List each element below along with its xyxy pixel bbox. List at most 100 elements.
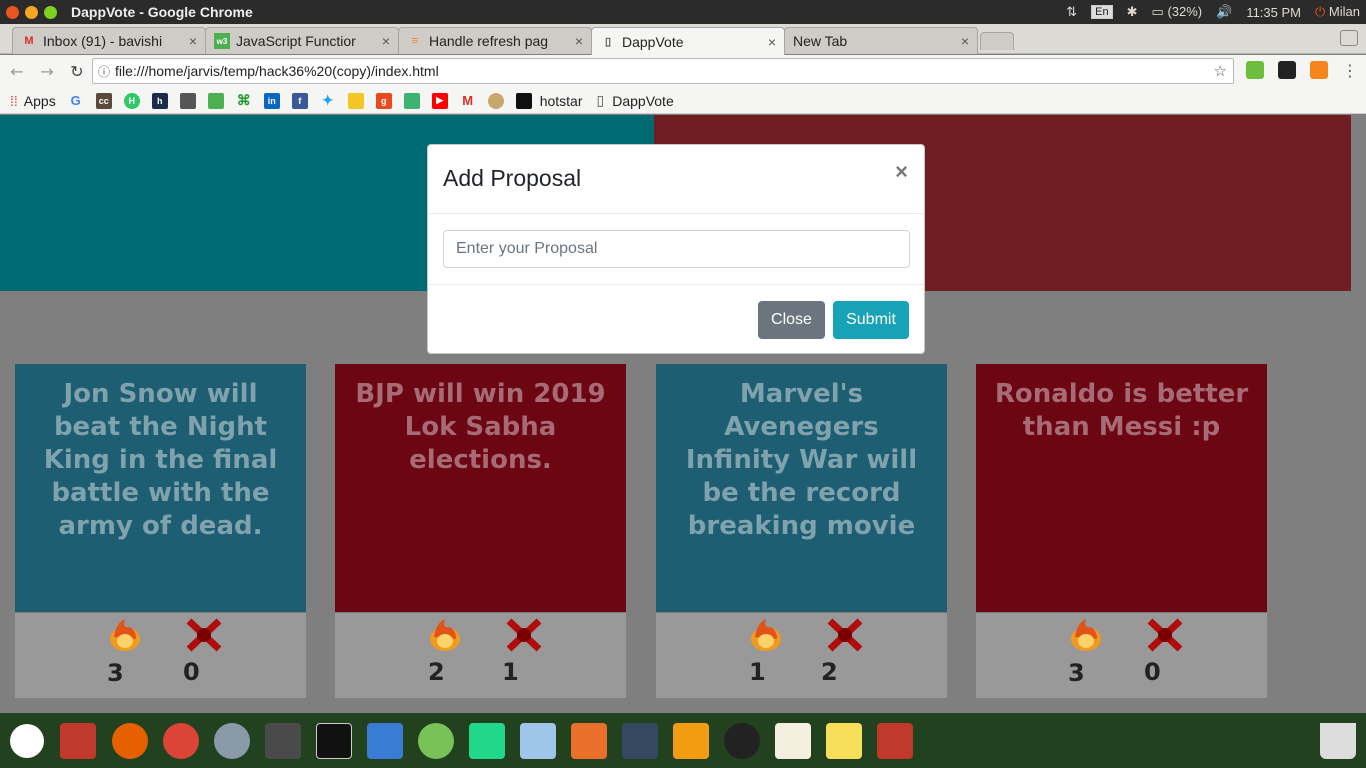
hackerearth-icon[interactable]: h bbox=[151, 92, 168, 109]
geeksforgeeks-icon[interactable]: g bbox=[375, 92, 392, 109]
notes-icon[interactable] bbox=[826, 723, 862, 759]
workspace-icon[interactable] bbox=[367, 723, 403, 759]
submit-button[interactable]: Submit bbox=[833, 301, 909, 339]
tab-inbox[interactable]: M Inbox (91) - bavishi × bbox=[12, 27, 206, 54]
tab-dappvote[interactable]: ▯ DappVote × bbox=[591, 27, 785, 55]
menu-icon[interactable]: ⋮ bbox=[1342, 61, 1358, 80]
sublime-text-icon[interactable] bbox=[265, 723, 301, 759]
twitter-icon[interactable]: ✦ bbox=[320, 92, 336, 109]
extension-icon[interactable] bbox=[1278, 61, 1296, 79]
reload-icon[interactable]: ↻ bbox=[64, 62, 90, 81]
new-tab-button[interactable] bbox=[980, 32, 1014, 50]
tab-javascript-functions[interactable]: w3 JavaScript Functior × bbox=[205, 27, 399, 54]
modal-close-icon[interactable]: × bbox=[895, 159, 908, 185]
modal-title: Add Proposal bbox=[443, 165, 582, 191]
bookmarks-bar: ⁞⁞ Apps G cc H h ⌘ in f ✦ g ▶ M hotstar … bbox=[0, 88, 1366, 114]
hackerrank-icon[interactable]: H bbox=[123, 92, 140, 109]
download-extension-icon[interactable] bbox=[1246, 61, 1264, 79]
address-text: file:///home/jarvis/temp/hack36%20(copy)… bbox=[115, 63, 439, 79]
ubuntu-icon[interactable] bbox=[10, 724, 44, 758]
trash-icon[interactable] bbox=[1320, 723, 1356, 759]
metamask-icon[interactable] bbox=[1310, 61, 1328, 79]
page-icon: ▯ bbox=[596, 92, 605, 108]
google-icon[interactable]: G bbox=[68, 93, 84, 109]
address-bar[interactable]: ⓘ file:///home/jarvis/temp/hack36%20(cop… bbox=[92, 58, 1234, 84]
session-menu[interactable]: ⏻ Milan bbox=[1315, 4, 1360, 20]
forward-icon[interactable]: → bbox=[34, 62, 60, 81]
firefox-icon[interactable] bbox=[112, 723, 148, 759]
bookmark-icon[interactable] bbox=[347, 92, 364, 109]
battery-icon: ▭ bbox=[1151, 4, 1164, 19]
bookmark-dappvote[interactable]: DappVote bbox=[612, 93, 674, 109]
settings-icon[interactable] bbox=[622, 723, 658, 759]
tab-strip: M Inbox (91) - bavishi × w3 JavaScript F… bbox=[0, 24, 1366, 55]
close-icon[interactable]: × bbox=[961, 33, 969, 49]
close-icon[interactable]: × bbox=[189, 33, 197, 49]
volume-icon[interactable]: 🔊 bbox=[1216, 4, 1232, 20]
linkedin-icon[interactable]: in bbox=[263, 92, 280, 109]
files-icon[interactable] bbox=[60, 723, 96, 759]
w3schools-icon[interactable] bbox=[207, 92, 224, 109]
eclipse-icon[interactable] bbox=[724, 723, 760, 759]
codechef-icon[interactable]: cc bbox=[95, 92, 112, 109]
user-name: Milan bbox=[1328, 4, 1360, 19]
close-icon[interactable]: × bbox=[382, 33, 390, 49]
modal-header: Add Proposal × bbox=[428, 145, 924, 214]
bookmark-icon[interactable] bbox=[487, 92, 504, 109]
facebook-icon[interactable]: f bbox=[291, 92, 308, 109]
bookmark-star-icon[interactable]: ☆ bbox=[1214, 62, 1227, 80]
add-proposal-modal: Add Proposal × Close Submit bbox=[427, 144, 925, 354]
profile-icon[interactable] bbox=[1340, 30, 1358, 46]
bookmark-icon[interactable] bbox=[403, 92, 420, 109]
tab-label: Handle refresh pag bbox=[429, 33, 549, 49]
network-icon[interactable]: ⇅ bbox=[1066, 4, 1077, 20]
page-icon: ▯ bbox=[604, 36, 612, 48]
clock[interactable]: 11:35 PM bbox=[1246, 5, 1301, 20]
hotstar-icon bbox=[515, 92, 532, 109]
close-icon[interactable]: × bbox=[575, 33, 583, 49]
app-icon[interactable] bbox=[877, 723, 913, 759]
bookmark-apps[interactable]: Apps bbox=[24, 93, 56, 109]
terminal-icon[interactable] bbox=[316, 723, 352, 759]
close-icon[interactable]: × bbox=[768, 34, 776, 50]
chrome-icon[interactable] bbox=[163, 723, 199, 759]
tab-label: JavaScript Functior bbox=[236, 33, 356, 49]
tab-label: New Tab bbox=[793, 33, 848, 49]
virtualbox-icon[interactable] bbox=[520, 723, 556, 759]
window-maximize-button[interactable] bbox=[44, 5, 57, 19]
tab-label: DappVote bbox=[622, 33, 684, 50]
taskbar-dock bbox=[0, 713, 1366, 768]
tab-handle-refresh[interactable]: ≡ Handle refresh pag × bbox=[398, 27, 592, 54]
battery-percent: (32%) bbox=[1167, 4, 1203, 19]
bookmark-hotstar[interactable]: hotstar bbox=[540, 93, 583, 109]
bookmark-icon[interactable]: ⌘ bbox=[236, 92, 252, 109]
tex-icon[interactable] bbox=[775, 723, 811, 759]
pycharm-icon[interactable] bbox=[469, 723, 505, 759]
close-button[interactable]: Close bbox=[758, 301, 825, 339]
battery-indicator[interactable]: ▭ (32%) bbox=[1152, 4, 1203, 20]
bluetooth-icon[interactable]: ✱ bbox=[1127, 4, 1138, 20]
modal-body bbox=[428, 214, 924, 285]
window-minimize-button[interactable] bbox=[25, 5, 38, 19]
info-icon[interactable]: ⓘ bbox=[93, 63, 115, 80]
software-center-icon[interactable] bbox=[571, 723, 607, 759]
vlc-icon[interactable] bbox=[673, 723, 709, 759]
chromium-icon[interactable] bbox=[214, 723, 250, 759]
power-icon: ⏻ bbox=[1315, 4, 1326, 19]
tab-label: Inbox (91) - bavishi bbox=[43, 33, 163, 49]
window-title: DappVote - Google Chrome bbox=[71, 4, 253, 20]
keyboard-indicator[interactable]: En bbox=[1091, 5, 1113, 19]
gmail-icon[interactable]: M bbox=[460, 93, 476, 109]
android-studio-icon[interactable] bbox=[418, 723, 454, 759]
proposal-input[interactable] bbox=[443, 230, 910, 268]
browser-toolbar: ← → ↻ ⓘ file:///home/jarvis/temp/hack36%… bbox=[0, 55, 1366, 88]
tab-new-tab[interactable]: New Tab × bbox=[784, 27, 978, 54]
gmail-icon: M bbox=[24, 35, 34, 47]
modal-backdrop[interactable]: Add Proposal × Close Submit bbox=[0, 115, 1366, 713]
back-icon[interactable]: ← bbox=[4, 62, 30, 81]
stackoverflow-icon: ≡ bbox=[411, 35, 419, 47]
ideone-icon[interactable] bbox=[179, 92, 196, 109]
youtube-icon[interactable]: ▶ bbox=[431, 92, 448, 109]
window-close-button[interactable] bbox=[6, 5, 19, 19]
os-top-bar: DappVote - Google Chrome ⇅ En ✱ ▭ (32%) … bbox=[0, 0, 1366, 24]
